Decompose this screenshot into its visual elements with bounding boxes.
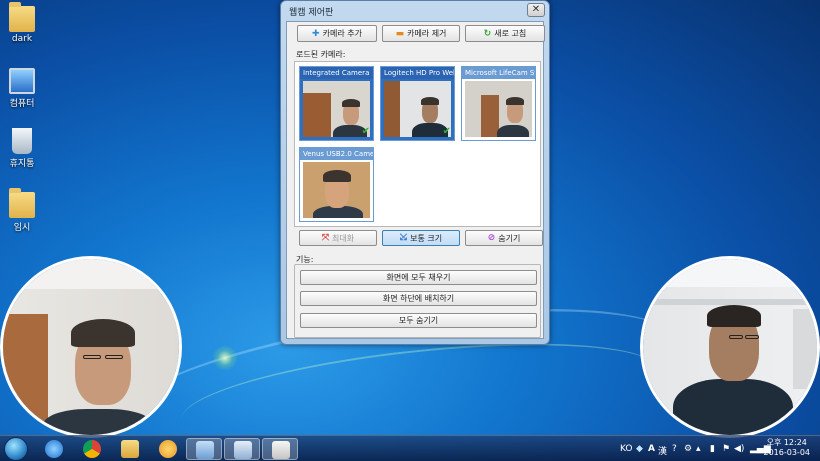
camera-list: Integrated Camera ✔ Logitech HD Pro Webc…: [294, 61, 541, 227]
hide-label: 숨기기: [498, 233, 521, 243]
clock-time: 오후 12:24: [766, 438, 807, 447]
folder-icon: [9, 2, 35, 32]
plus-icon: ✚: [312, 28, 320, 39]
camera-tile[interactable]: Venus USB2.0 Camera: [299, 147, 374, 222]
taskbar-editor[interactable]: [262, 438, 298, 460]
camera-tile[interactable]: Microsoft LifeCam Stu...: [461, 66, 536, 141]
add-camera-button[interactable]: ✚ 카메라 추가: [297, 25, 377, 42]
desktop-icon-label: 휴지통: [9, 159, 35, 169]
desktop-icon-temp[interactable]: 임시: [0, 188, 44, 233]
loaded-cameras-label: 로드된 카메라:: [296, 50, 346, 59]
webcam-scene: [643, 259, 817, 435]
paint-palette-icon: [159, 440, 177, 458]
internet-explorer-icon: [45, 440, 63, 458]
webcam-overlay-right[interactable]: [640, 256, 820, 438]
battery-icon[interactable]: ▮: [710, 444, 715, 454]
editor-icon: [272, 441, 290, 459]
title-bar[interactable]: 웹캠 제어판 ✕: [281, 1, 549, 21]
hide-eye-icon: ⊘: [487, 233, 496, 243]
arrange-bottom-button[interactable]: 화면 하단에 배치하기: [300, 291, 537, 306]
action-center-flag-icon[interactable]: ⚑: [722, 444, 730, 454]
ime-mode-a[interactable]: A: [648, 444, 655, 454]
hide-all-label: 모두 숨기기: [398, 316, 439, 325]
computer-icon: [9, 68, 35, 94]
arrange-bottom-label: 화면 하단에 배치하기: [382, 294, 455, 303]
taskbar: KO ◆ A 漢 ? ⚙ ▴ ▮ ⚑ ◀) ▂▄▆ 오후 12:24 2016-…: [0, 435, 820, 461]
chrome-icon: [83, 440, 101, 458]
checkmark-icon: ✔: [442, 126, 451, 137]
desktop-icon-label: 임시: [13, 223, 31, 233]
folder-icon: [9, 188, 35, 218]
add-camera-label: 카메라 추가: [322, 29, 362, 38]
fill-screen-label: 화면에 모두 채우기: [386, 273, 451, 282]
volume-icon[interactable]: ◀): [734, 444, 744, 454]
folder-icon: [121, 440, 139, 458]
remove-camera-label: 카메라 제거: [407, 29, 447, 38]
taskbar-ie[interactable]: [36, 438, 72, 460]
taskbar-paint[interactable]: [150, 438, 186, 460]
clock-date: 2016-03-04: [763, 448, 811, 457]
maximize-icon: ⤧: [321, 233, 330, 243]
hide-button[interactable]: ⊘ 숨기기: [465, 230, 543, 246]
ime-tools-icon[interactable]: ⚙: [684, 444, 692, 454]
close-button[interactable]: ✕: [527, 3, 545, 17]
camera-thumbnail: [303, 162, 370, 218]
wallpaper-flare: [212, 345, 238, 371]
refresh-icon: ↻: [483, 28, 492, 39]
desktop-icon-label: 컴퓨터: [9, 99, 35, 109]
webcam-overlay-left[interactable]: [0, 256, 182, 438]
start-button[interactable]: [4, 437, 28, 461]
camera-name: Venus USB2.0 Camera: [300, 148, 373, 160]
functions-group: 화면에 모두 채우기 화면 하단에 배치하기 모두 숨기기: [294, 264, 541, 338]
camera-tile[interactable]: Logitech HD Pro Webc... ✔: [380, 66, 455, 141]
taskbar-webcam-panel[interactable]: [224, 438, 260, 460]
normal-size-label: 보통 크기: [410, 233, 443, 243]
recycle-bin-icon: [12, 128, 32, 154]
checkmark-icon: ✔: [361, 126, 370, 137]
desktop-icon-label: dark: [11, 34, 33, 44]
window-title: 웹캠 제어판: [289, 8, 334, 18]
app-window-icon: [196, 441, 214, 459]
taskbar-chrome[interactable]: [74, 438, 110, 460]
minus-icon: ▬: [395, 28, 405, 39]
maximize-label: 최대화: [332, 233, 355, 243]
desktop-icon-recycle-bin[interactable]: 휴지통: [0, 128, 44, 169]
camera-tile[interactable]: Integrated Camera ✔: [299, 66, 374, 141]
camera-name: Logitech HD Pro Webc...: [381, 67, 454, 79]
desktop-icon-computer[interactable]: 컴퓨터: [0, 68, 44, 109]
system-tray: KO ◆ A 漢 ? ⚙ ▴ ▮ ⚑ ◀) ▂▄▆ 오후 12:24 2016-…: [610, 436, 820, 461]
remove-camera-button[interactable]: ▬ 카메라 제거: [382, 25, 460, 42]
hide-all-button[interactable]: 모두 숨기기: [300, 313, 537, 328]
camera-thumbnail: [465, 81, 532, 137]
webcam-control-panel-window: 웹캠 제어판 ✕ ✚ 카메라 추가 ▬ 카메라 제거 ↻ 새로 고침 로드된 카…: [280, 0, 550, 345]
taskbar-app[interactable]: [186, 438, 222, 460]
desktop-icon-dark[interactable]: dark: [0, 2, 44, 44]
help-icon[interactable]: ?: [672, 444, 677, 454]
normal-size-button[interactable]: ⤩ 보통 크기: [382, 230, 460, 246]
taskbar-explorer[interactable]: [112, 438, 148, 460]
camera-thumbnail: [384, 81, 451, 137]
normal-size-icon: ⤩: [399, 233, 408, 243]
webcam-panel-icon: [234, 441, 252, 459]
camera-thumbnail: [303, 81, 370, 137]
clock[interactable]: 오후 12:24 2016-03-04: [764, 438, 811, 458]
refresh-button[interactable]: ↻ 새로 고침: [465, 25, 545, 42]
ime-status-icon[interactable]: ◆: [636, 444, 643, 454]
expand-tray-icon[interactable]: ▴: [696, 444, 701, 454]
language-indicator[interactable]: KO: [620, 444, 633, 454]
maximize-button[interactable]: ⤧ 최대화: [299, 230, 377, 246]
refresh-label: 새로 고침: [494, 29, 527, 38]
camera-name: Microsoft LifeCam Stu...: [462, 67, 535, 79]
camera-name: Integrated Camera: [300, 67, 373, 79]
ime-mode-hanja[interactable]: 漢: [658, 444, 667, 457]
window-client: ✚ 카메라 추가 ▬ 카메라 제거 ↻ 새로 고침 로드된 카메라: Integ…: [286, 21, 545, 339]
webcam-scene: [3, 259, 179, 435]
fill-screen-button[interactable]: 화면에 모두 채우기: [300, 270, 537, 285]
